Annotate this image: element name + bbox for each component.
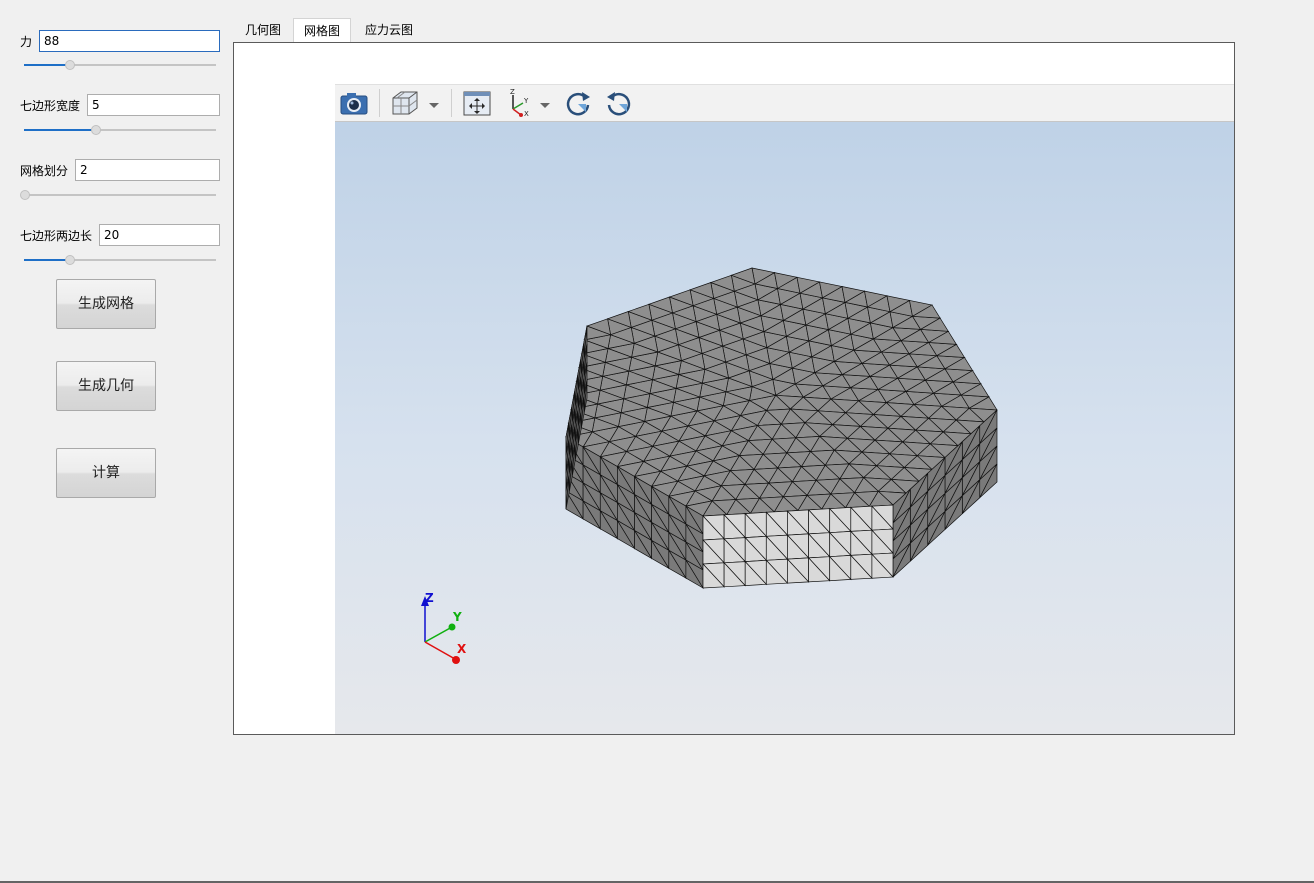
heptagon-width-input[interactable]: [87, 94, 220, 116]
mesh-division-label: 网格划分: [20, 164, 69, 178]
heptagon-side-length-label: 七边形两边长: [20, 229, 93, 243]
heptagon-side-length-slider-thumb[interactable]: [65, 255, 75, 265]
generate-geometry-button[interactable]: 生成几何: [56, 361, 156, 411]
x-axis-marker: [452, 656, 460, 664]
axis-triad: [421, 596, 460, 664]
tab-geometry[interactable]: 几何图: [235, 18, 291, 42]
compute-button[interactable]: 计算: [56, 448, 156, 498]
force-label: 力: [20, 35, 33, 49]
mesh-division-input[interactable]: [75, 159, 220, 181]
heptagon-width-slider[interactable]: [24, 124, 216, 136]
y-axis-line: [424, 626, 453, 643]
y-axis-label: Y: [453, 610, 462, 624]
mesh-division-slider[interactable]: [20, 189, 216, 201]
heptagon-side-length-slider[interactable]: [24, 254, 216, 266]
heptagon-width-slider-thumb[interactable]: [91, 125, 101, 135]
force-slider[interactable]: [24, 59, 216, 71]
y-axis-marker: [448, 623, 456, 631]
x-axis-label: X: [457, 642, 467, 656]
force-input[interactable]: [39, 30, 220, 52]
generate-mesh-button[interactable]: 生成网格: [56, 279, 156, 329]
mesh-viewer[interactable]: Z Y X Z Y X: [335, 84, 1234, 734]
mesh-front-face: [702, 504, 894, 589]
z-axis-label: Z: [425, 591, 434, 605]
mesh-division-slider-thumb[interactable]: [20, 190, 30, 200]
x-axis-line: [424, 641, 456, 660]
tab-stress-contour[interactable]: 应力云图: [355, 18, 423, 42]
tab-mesh[interactable]: 网格图: [293, 18, 352, 43]
force-slider-thumb[interactable]: [65, 60, 75, 70]
heptagon-width-label: 七边形宽度: [20, 99, 81, 113]
heptagon-side-length-input[interactable]: [99, 224, 220, 246]
